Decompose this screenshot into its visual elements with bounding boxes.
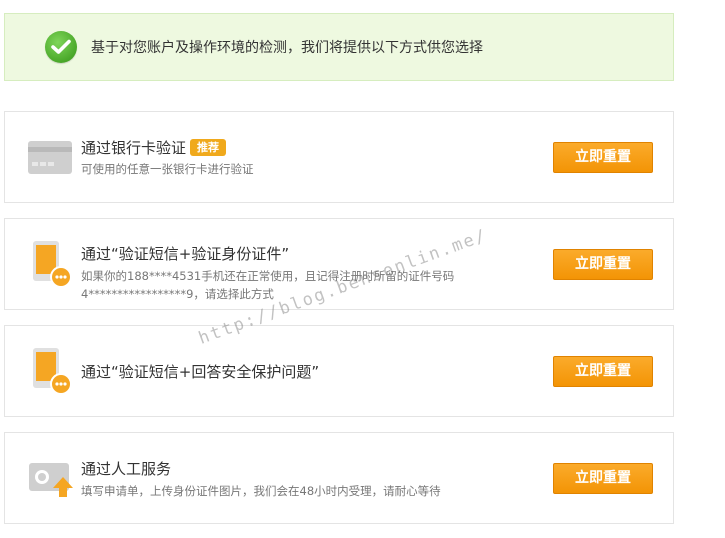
reset-now-button[interactable]: 立即重置 bbox=[553, 142, 653, 173]
option-description: 可使用的任意一张银行卡进行验证 bbox=[81, 162, 254, 176]
check-icon bbox=[45, 31, 77, 63]
option-title: 通过银行卡验证 推荐 bbox=[81, 137, 227, 158]
reset-now-button[interactable]: 立即重置 bbox=[553, 356, 653, 387]
reset-now-button[interactable]: 立即重置 bbox=[553, 249, 653, 280]
option-sms-security-questions: 通过“验证短信+回答安全保护问题” 立即重置 bbox=[4, 325, 674, 417]
option-title: 通过“验证短信+验证身份证件” bbox=[81, 245, 290, 263]
option-title: 通过“验证短信+回答安全保护问题” bbox=[81, 363, 320, 381]
bank-card-icon bbox=[27, 132, 75, 182]
option-title-text: 通过银行卡验证 bbox=[81, 139, 187, 157]
option-description: 填写申请单，上传身份证件图片，我们会在48小时内受理，请耐心等待 bbox=[81, 484, 441, 498]
option-description-line: 4*****************9，请选择此方式 bbox=[81, 287, 274, 301]
phone-sms-icon bbox=[27, 346, 75, 396]
detection-notice: 基于对您账户及操作环境的检测，我们将提供以下方式供您选择 bbox=[4, 13, 674, 81]
id-upload-icon bbox=[27, 457, 75, 507]
option-bank-card: 通过银行卡验证 推荐 可使用的任意一张银行卡进行验证 立即重置 bbox=[4, 111, 674, 203]
phone-sms-icon bbox=[27, 239, 75, 289]
reset-now-button[interactable]: 立即重置 bbox=[553, 463, 653, 494]
option-manual-service: 通过人工服务 填写申请单，上传身份证件图片，我们会在48小时内受理，请耐心等待 … bbox=[4, 432, 674, 524]
notice-text: 基于对您账户及操作环境的检测，我们将提供以下方式供您选择 bbox=[91, 40, 483, 56]
option-title: 通过人工服务 bbox=[81, 460, 172, 478]
recommended-badge: 推荐 bbox=[190, 139, 227, 156]
